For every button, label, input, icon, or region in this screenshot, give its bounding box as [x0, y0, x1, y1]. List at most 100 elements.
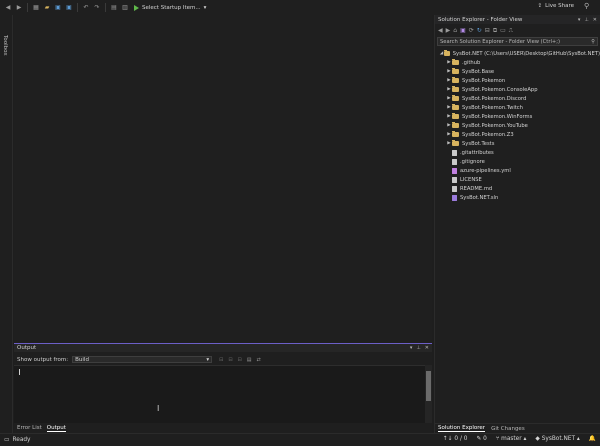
tree-folder-item[interactable]: ▶ SysBot.Pokemon.YouTube [435, 121, 600, 130]
forward-icon[interactable]: ▶ [446, 27, 451, 34]
previous-message-icon[interactable]: ⊟ [228, 357, 232, 363]
tree-item-label: SysBot.Pokemon.YouTube [462, 122, 528, 129]
sync-count: 0 / 0 [454, 436, 468, 442]
file-icon [452, 176, 457, 183]
solution-explorer-tab-strip: Solution Explorer Git Changes [435, 423, 600, 433]
output-panel: Output ▾ ⊥ ✕ Show output from: Build ▾ ⊟… [14, 343, 432, 424]
tree-folder-item[interactable]: ▶ SysBot.Pokemon.ConsoleApp [435, 85, 600, 94]
branch-selector[interactable]: ⑂ master ▴ [496, 436, 527, 442]
folder-icon [452, 86, 459, 92]
save-icon[interactable]: ▣ [54, 4, 62, 12]
clear-all-icon[interactable]: ▤ [247, 357, 252, 363]
properties-icon[interactable]: ▭ [500, 27, 506, 34]
close-icon[interactable]: ✕ [593, 17, 597, 23]
dropdown-icon[interactable]: ▾ [578, 17, 581, 23]
tree-item-label: SysBot.Pokemon.ConsoleApp [462, 86, 538, 93]
tree-item-label: SysBot.Pokemon.Z3 [462, 131, 514, 138]
solution-explorer: Solution Explorer - Folder View ▾ ⊥ ✕ ◀ … [434, 15, 600, 433]
output-source-select[interactable]: Build ▾ [72, 356, 213, 363]
sync-status[interactable]: ↑↓ 0 / 0 [443, 436, 468, 442]
tree-folder-item[interactable]: ▶ SysBot.Pokemon [435, 76, 600, 85]
toolbox-tab[interactable]: Toolbox [2, 35, 8, 56]
tree-item-label: SysBot.Pokemon.WinForms [462, 113, 533, 120]
tab-error-list[interactable]: Error List [17, 425, 42, 431]
open-folder-icon[interactable]: ▰ [43, 4, 51, 12]
folder-icon [443, 50, 450, 56]
solution-explorer-search[interactable]: Search Solution Explorer - Folder View (… [437, 37, 598, 46]
folder-icon [452, 140, 459, 146]
pin-icon[interactable]: ⊥ [584, 17, 588, 23]
tree-item-label: SysBot.Tests [462, 140, 495, 147]
home-icon[interactable]: ⌂ [453, 27, 457, 34]
tree-item-label: .gitattributes [460, 149, 494, 156]
solution-platform-icon[interactable]: ▥ [121, 4, 129, 12]
pending-changes-icon[interactable]: ⟳ [469, 27, 474, 34]
notifications-icon[interactable]: 🔔 [589, 436, 596, 442]
tab-output[interactable]: Output [46, 425, 66, 432]
tree-root[interactable]: ◢ SysBot.NET (C:\Users\USER\Desktop\GitH… [435, 49, 600, 58]
play-icon [134, 4, 139, 11]
tree-item-label: SysBot.Pokemon.Twitch [462, 104, 523, 111]
close-icon[interactable]: ✕ [425, 345, 429, 351]
output-text-area[interactable]: I [14, 365, 425, 424]
file-icon [452, 167, 457, 174]
tree-file-item[interactable]: SysBot.NET.sln [435, 193, 600, 202]
next-message-icon[interactable]: ⊟ [238, 357, 242, 363]
word-wrap-icon[interactable]: ⇄ [256, 357, 260, 363]
start-button[interactable]: Select Startup Item... ▾ [134, 4, 207, 11]
tree-file-item[interactable]: LICENSE [435, 175, 600, 184]
repo-selector[interactable]: ◆ SysBot.NET ▴ [535, 436, 579, 442]
output-toolbar: Show output from: Build ▾ ⊟ ⊟ ⊟ ▤ ⇄ [14, 355, 432, 364]
tree-folder-item[interactable]: ▶ SysBot.Base [435, 67, 600, 76]
folder-icon [452, 95, 459, 101]
new-project-icon[interactable]: ▦ [32, 4, 40, 12]
file-tree: ◢ SysBot.NET (C:\Users\USER\Desktop\GitH… [435, 49, 600, 202]
tree-folder-item[interactable]: ▶ SysBot.Tests [435, 139, 600, 148]
tab-solution-explorer[interactable]: Solution Explorer [438, 425, 486, 432]
search-icon: ⚲ [591, 38, 595, 45]
redo-icon[interactable]: ↷ [93, 4, 101, 12]
tree-file-item[interactable]: azure-pipelines.yml [435, 166, 600, 175]
tree-folder-item[interactable]: ▶ SysBot.Pokemon.Z3 [435, 130, 600, 139]
preview-icon[interactable]: ⎍ [509, 27, 513, 35]
chevron-down-icon: ▾ [206, 356, 210, 363]
save-all-icon[interactable]: ▣ [65, 4, 73, 12]
tab-git-changes[interactable]: Git Changes [491, 426, 525, 432]
show-all-files-icon[interactable]: ⧉ [493, 27, 497, 35]
output-scrollbar[interactable] [425, 365, 432, 424]
chevron-down-icon: ▾ [203, 4, 207, 11]
collapse-all-icon[interactable]: ⊟ [485, 27, 490, 34]
solution-explorer-toolbar: ◀ ▶ ⌂ ▣ ⟳ ↻ ⊟ ⧉ ▭ ⎍ [435, 24, 600, 37]
tree-folder-item[interactable]: ▶ SysBot.Pokemon.Discord [435, 94, 600, 103]
tree-item-label: SysBot.Pokemon.Discord [462, 95, 527, 102]
switch-views-icon[interactable]: ▣ [460, 27, 466, 34]
refresh-icon[interactable]: ↻ [477, 27, 482, 34]
back-icon[interactable]: ◀ [4, 4, 12, 12]
search-input[interactable]: Search Solution Explorer - Folder View (… [440, 39, 560, 45]
tree-file-item[interactable]: .gitignore [435, 157, 600, 166]
find-message-icon[interactable]: ⊟ [219, 357, 223, 363]
output-source-value: Build [75, 356, 89, 363]
tree-item-label: SysBot.Pokemon [462, 77, 506, 84]
pending-changes[interactable]: ✎ 0 [476, 436, 486, 442]
editor-area[interactable] [14, 15, 432, 343]
forward-icon[interactable]: ▶ [15, 4, 23, 12]
undo-icon[interactable]: ↶ [82, 4, 90, 12]
live-share-label: Live Share [545, 3, 574, 9]
scrollbar-thumb[interactable] [426, 371, 431, 401]
tree-file-item[interactable]: README.md [435, 184, 600, 193]
file-icon [452, 158, 457, 165]
account-icon[interactable]: ⚲ [584, 2, 594, 12]
pin-icon[interactable]: ⊥ [416, 345, 420, 351]
back-icon[interactable]: ◀ [438, 27, 443, 34]
solution-config-icon[interactable]: ▤ [110, 4, 118, 12]
tree-folder-item[interactable]: ▶ SysBot.Pokemon.Twitch [435, 103, 600, 112]
tree-folder-item[interactable]: ▶ SysBot.Pokemon.WinForms [435, 112, 600, 121]
status-ready-icon: ▭ [4, 437, 10, 443]
branch-name: master [501, 436, 522, 442]
tree-file-item[interactable]: .gitattributes [435, 148, 600, 157]
tree-folder-item[interactable]: ▶ .github [435, 58, 600, 67]
dropdown-icon[interactable]: ▾ [410, 345, 413, 351]
tree-item-label: SysBot.Base [462, 68, 495, 75]
live-share-button[interactable]: ⇪ Live Share [538, 3, 574, 9]
